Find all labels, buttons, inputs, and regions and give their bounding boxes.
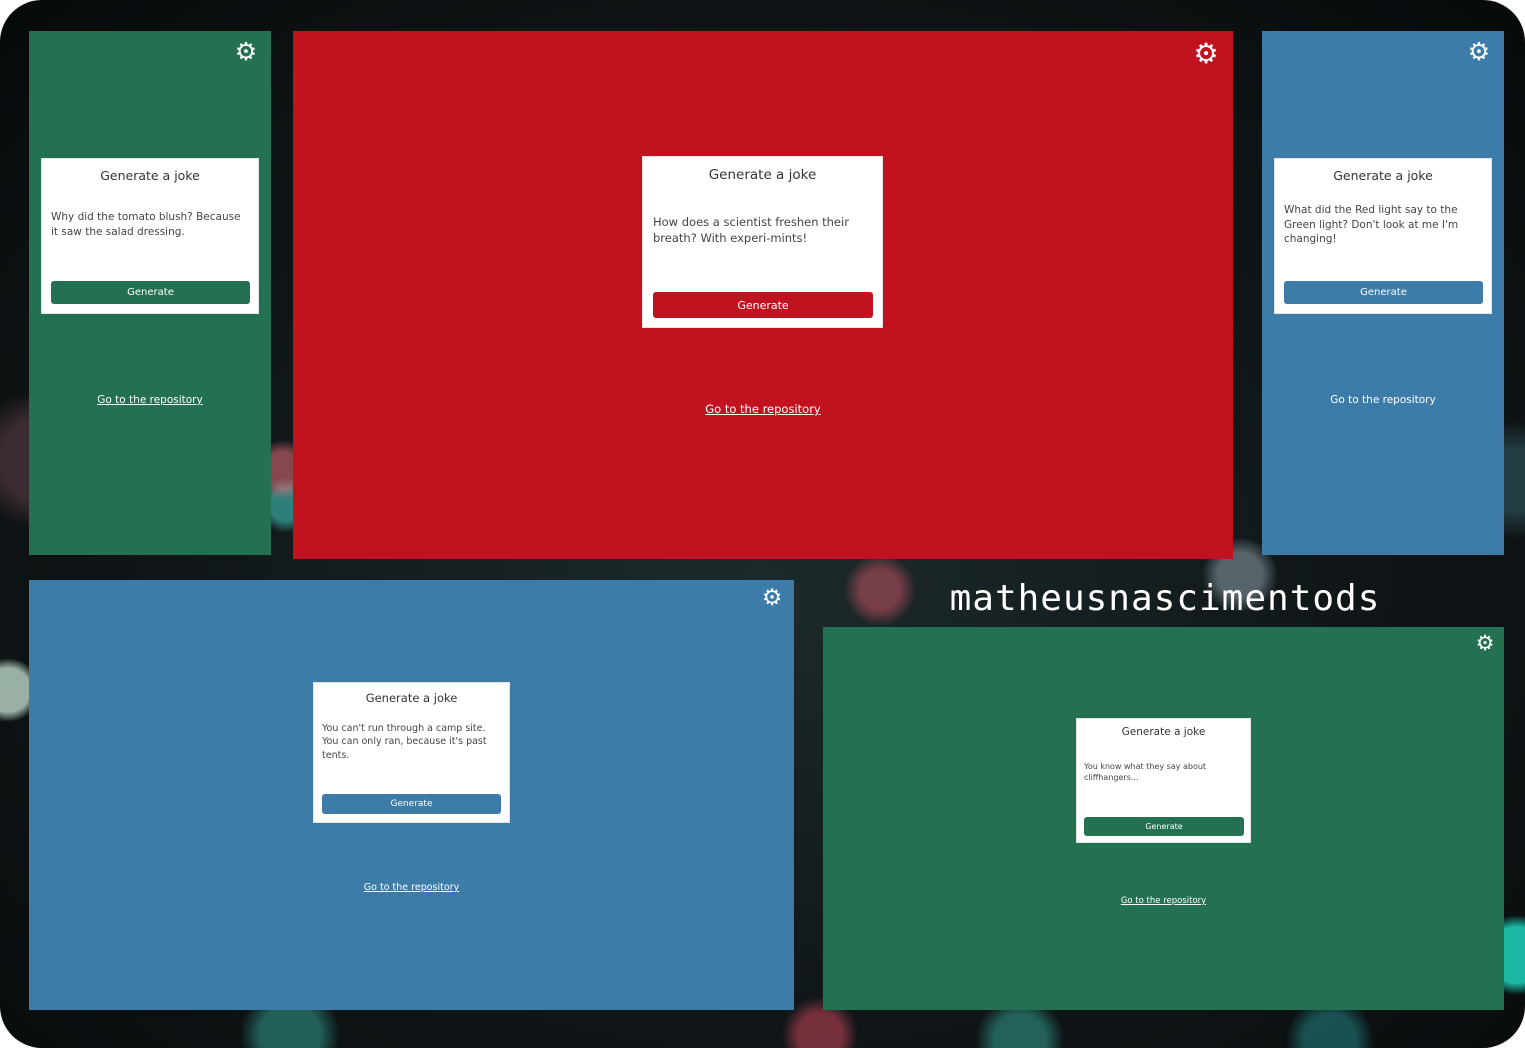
joke-text: What did the Red light say to the Green … [1284,204,1459,246]
joke-text: You know what they say about cliffhanger… [1084,762,1207,783]
joke-text: You can't run through a camp site. You c… [322,723,487,761]
card-title: Generate a joke [365,691,458,705]
joke-card: Generate a joke How does a scientist fre… [642,156,883,328]
card-title: Generate a joke [1333,168,1433,183]
repository-link[interactable]: Go to the repository [29,882,794,893]
generate-button[interactable]: Generate [51,281,250,304]
gear-icon[interactable]: ⚙ [1466,39,1492,65]
joke-card: Generate a joke Why did the tomato blush… [41,158,259,314]
generate-button[interactable]: Generate [322,794,501,814]
card-title: Generate a joke [708,167,817,183]
repository-link[interactable]: Go to the repository [293,402,1233,416]
screen-top-left-green: ⚙ Generate a joke Why did the tomato blu… [29,31,271,555]
card-title: Generate a joke [1121,726,1206,738]
joke-text: Why did the tomato blush? Because it saw… [51,211,241,238]
screen-top-right-blue: ⚙ Generate a joke What did the Red light… [1262,31,1504,555]
joke-text: How does a scientist freshen their breat… [653,215,849,246]
repository-link[interactable]: Go to the repository [1262,394,1504,406]
joke-card: Generate a joke You know what they say a… [1076,718,1251,843]
screen-top-center-red: ⚙ Generate a joke How does a scientist f… [293,31,1233,559]
card-title: Generate a joke [100,168,200,183]
gear-icon[interactable]: ⚙ [1191,40,1221,70]
repository-link[interactable]: Go to the repository [29,394,271,406]
screen-bottom-left-blue: ⚙ Generate a joke You can't run through … [29,580,794,1010]
gear-icon[interactable]: ⚙ [760,587,784,611]
gear-icon[interactable]: ⚙ [233,39,259,65]
repository-link[interactable]: Go to the repository [823,896,1504,906]
author-watermark: matheusnascimentods [949,578,1381,619]
showcase-frame: ⚙ Generate a joke Why did the tomato blu… [0,0,1525,1048]
generate-button[interactable]: Generate [653,292,873,318]
joke-card: Generate a joke What did the Red light s… [1274,158,1492,314]
gear-icon[interactable]: ⚙ [1474,633,1496,655]
joke-card: Generate a joke You can't run through a … [313,682,510,823]
generate-button[interactable]: Generate [1084,817,1244,836]
generate-button[interactable]: Generate [1284,281,1483,304]
screen-bottom-right-green: ⚙ Generate a joke You know what they say… [823,627,1504,1010]
